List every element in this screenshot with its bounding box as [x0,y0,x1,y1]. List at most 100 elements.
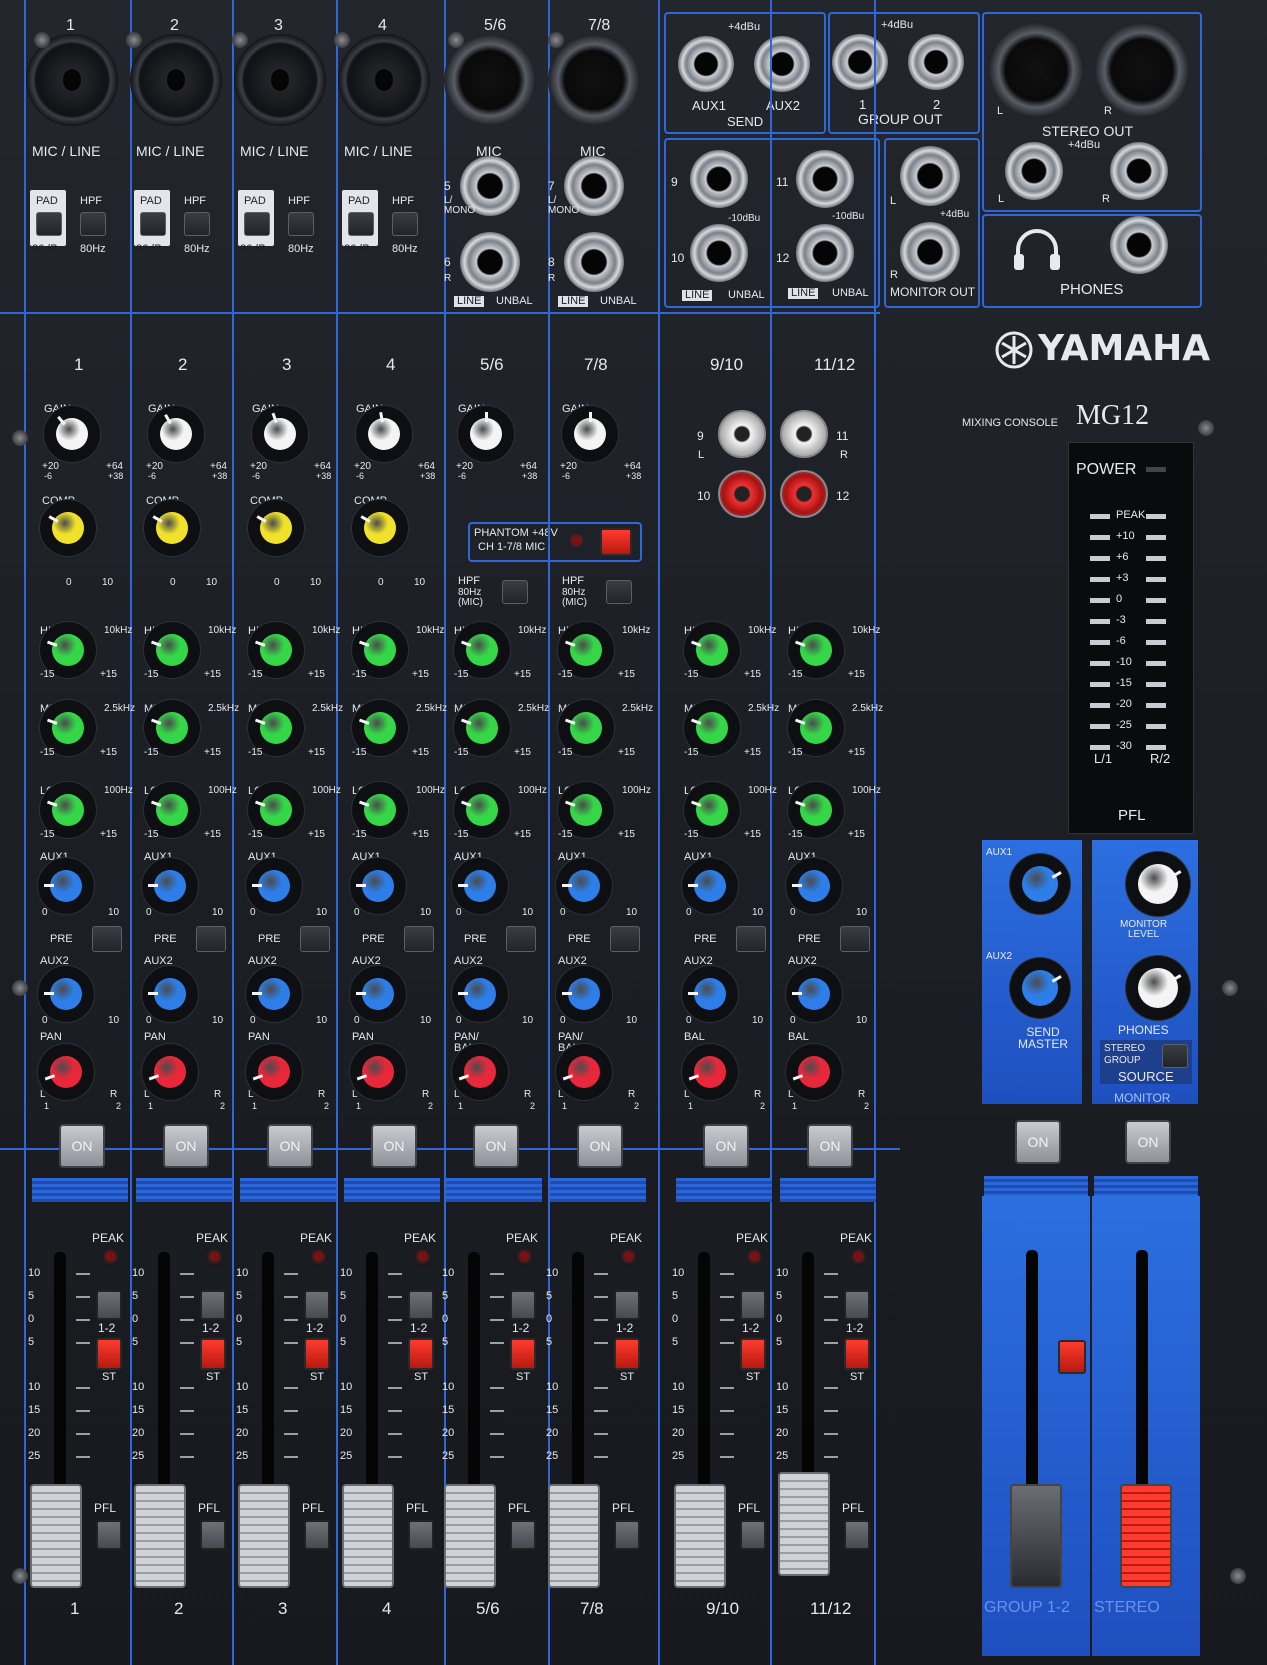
ch6-high-knob[interactable] [696,634,728,666]
ch0-low-knob[interactable] [52,794,84,826]
ch4-pan-knob[interactable] [464,1056,496,1088]
ch2-stereo-assign-switch[interactable] [304,1338,330,1370]
ch4-high-knob[interactable] [466,634,498,666]
ch2-fader-cap[interactable] [238,1484,290,1588]
ch3-mid-knob[interactable] [364,712,396,744]
ch5-fader-cap[interactable] [548,1484,600,1588]
phones-jack[interactable] [1110,216,1168,274]
ch1-pfl-switch[interactable] [200,1520,226,1550]
ch9-jack[interactable] [690,150,748,208]
ch5-mid-knob[interactable] [570,712,602,744]
ch6-fader-cap[interactable] [674,1484,726,1588]
ch3-on-button[interactable]: ON [371,1124,417,1168]
input-1-combo-jack[interactable] [130,34,222,126]
ch1-mid-knob[interactable] [156,712,188,744]
ch7-stereo-assign-switch[interactable] [844,1338,870,1370]
ch0-pfl-switch[interactable] [96,1520,122,1550]
ch2-aux1-knob[interactable] [258,870,290,902]
ch5-pan-knob[interactable] [568,1056,600,1088]
ch0-comp-knob[interactable] [52,512,84,544]
ch0-high-knob[interactable] [52,634,84,666]
ch6-stereo-assign-switch[interactable] [740,1338,766,1370]
stereo-out-r-xlr[interactable] [1094,22,1190,118]
monitor-out-l-jack[interactable] [900,146,960,206]
ch5-hpf-switch[interactable] [606,580,632,604]
ch0-fader-cap[interactable] [30,1484,82,1588]
ch3-low-knob[interactable] [364,794,396,826]
ch6-low-knob[interactable] [696,794,728,826]
rca-10-r[interactable] [718,470,766,518]
ch1-pan-knob[interactable] [154,1056,186,1088]
ch1-fader-cap[interactable] [134,1484,186,1588]
ch5-pfl-switch[interactable] [614,1520,640,1550]
ch7-pfl-switch[interactable] [844,1520,870,1550]
phantom-switch[interactable] [600,528,632,556]
ch5-pre-switch[interactable] [610,926,640,952]
ch4-pfl-switch[interactable] [510,1520,536,1550]
send-master-aux2-knob[interactable] [1022,970,1058,1006]
ch2-aux2-knob[interactable] [258,978,290,1010]
ch4-mid-knob[interactable] [466,712,498,744]
ch1-aux2-knob[interactable] [154,978,186,1010]
stereo-out-l-jack[interactable] [1005,142,1063,200]
ch1-low-knob[interactable] [156,794,188,826]
input-2-combo-jack[interactable] [234,34,326,126]
input-3-hpf-switch[interactable] [392,212,418,236]
ch2-pfl-switch[interactable] [304,1520,330,1550]
input-4-xlr-jack[interactable] [444,34,536,126]
ch7-on-button[interactable]: ON [807,1124,853,1168]
ch2-pre-switch[interactable] [300,926,330,952]
ch2-high-knob[interactable] [260,634,292,666]
ch0-pre-switch[interactable] [92,926,122,952]
ch12-jack[interactable] [796,224,854,282]
ch1-pre-switch[interactable] [196,926,226,952]
ch2-on-button[interactable]: ON [267,1124,313,1168]
aux1-send-jack[interactable] [678,36,734,92]
ch0-mid-knob[interactable] [52,712,84,744]
ch3-gain-knob[interactable] [368,418,400,450]
input-0-hpf-switch[interactable] [80,212,106,236]
ch5-high-knob[interactable] [570,634,602,666]
ch6-pan-knob[interactable] [694,1056,726,1088]
stereo-out-r-jack[interactable] [1110,142,1168,200]
ch5-gain-knob[interactable] [574,418,606,450]
stereo-out-l-xlr[interactable] [988,22,1084,118]
ch0-aux2-knob[interactable] [50,978,82,1010]
ch7-pan-knob[interactable] [798,1056,830,1088]
ch6-pfl-switch[interactable] [740,1520,766,1550]
input-2-hpf-switch[interactable] [288,212,314,236]
ch6-mid-knob[interactable] [696,712,728,744]
master-group-fader-cap[interactable] [1010,1484,1062,1588]
input-1-pad-switch[interactable] [140,212,166,236]
ch3-fader-cap[interactable] [342,1484,394,1588]
ch4-on-button[interactable]: ON [473,1124,519,1168]
input-5-xlr-jack[interactable] [548,34,640,126]
ch78-line-bottom-jack[interactable] [564,232,624,292]
ch3-pan-knob[interactable] [362,1056,394,1088]
ch10-jack[interactable] [690,224,748,282]
ch6-on-button[interactable]: ON [703,1124,749,1168]
monitor-level-knob[interactable] [1138,864,1178,904]
ch6-aux1-knob[interactable] [694,870,726,902]
ch5-aux1-knob[interactable] [568,870,600,902]
ch5-on-button[interactable]: ON [577,1124,623,1168]
ch2-comp-knob[interactable] [260,512,292,544]
group-out-2-jack[interactable] [908,34,964,90]
ch7-low-knob[interactable] [800,794,832,826]
ch4-low-knob[interactable] [466,794,498,826]
ch4-stereo-assign-switch[interactable] [510,1338,536,1370]
master-stereo-fader-cap[interactable] [1120,1484,1172,1588]
master-stereo-on-button[interactable]: ON [1125,1120,1171,1164]
rca-12-r[interactable] [780,470,828,518]
ch1-comp-knob[interactable] [156,512,188,544]
ch7-pre-switch[interactable] [840,926,870,952]
ch1-stereo-assign-switch[interactable] [200,1338,226,1370]
ch7-fader-cap[interactable] [778,1472,830,1576]
ch6-group-assign-switch[interactable] [740,1290,766,1320]
input-3-pad-switch[interactable] [348,212,374,236]
ch4-hpf-switch[interactable] [502,580,528,604]
ch1-group-assign-switch[interactable] [200,1290,226,1320]
input-0-pad-switch[interactable] [36,212,62,236]
ch2-gain-knob[interactable] [264,418,296,450]
ch0-stereo-assign-switch[interactable] [96,1338,122,1370]
